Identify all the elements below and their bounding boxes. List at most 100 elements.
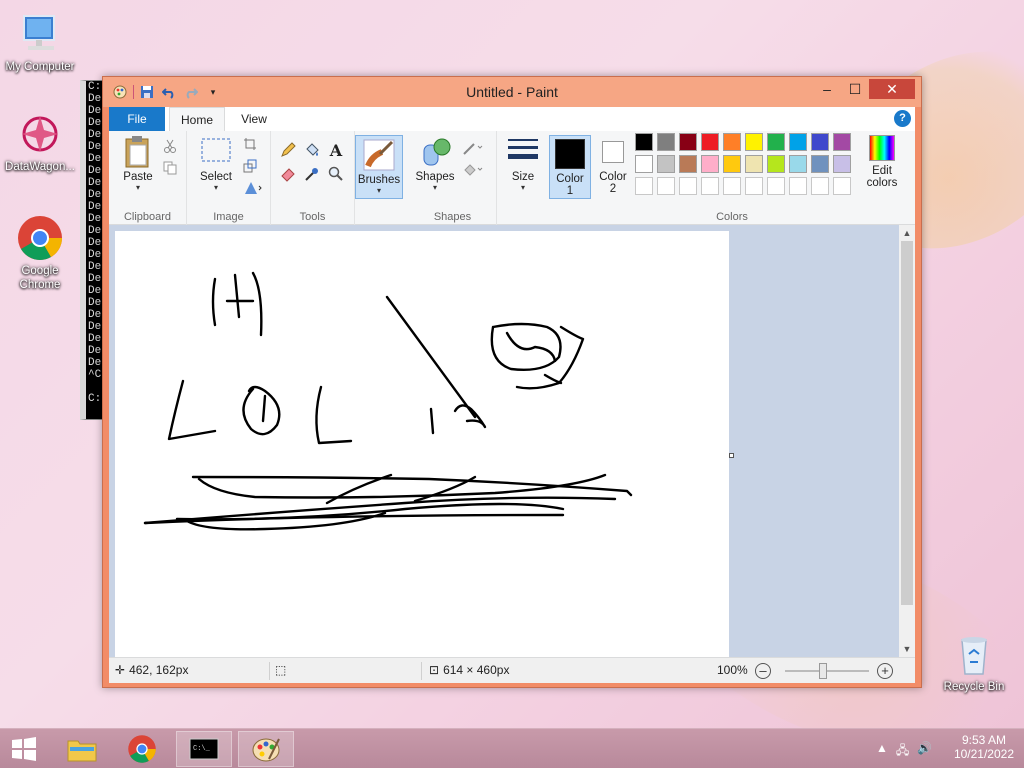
canvas-size: ⊡ 614 × 460px	[429, 663, 509, 677]
palette-swatch-empty[interactable]	[789, 177, 807, 195]
taskbar-chrome[interactable]	[114, 731, 170, 767]
text-icon[interactable]: A	[327, 141, 345, 160]
paste-button[interactable]: Paste ▾	[115, 135, 161, 192]
palette-swatch-empty[interactable]	[701, 177, 719, 195]
palette-swatch[interactable]	[767, 133, 785, 151]
palette-swatch[interactable]	[723, 133, 741, 151]
palette-swatch[interactable]	[679, 133, 697, 151]
palette-swatch[interactable]	[679, 155, 697, 173]
desktop-icon-chrome[interactable]: Google Chrome	[0, 214, 80, 292]
selection-icon: ⬚	[275, 663, 287, 677]
recycle-bin-icon	[950, 630, 998, 678]
select-label: Select	[200, 171, 232, 183]
brush-icon	[356, 138, 402, 174]
resize-icon[interactable]	[241, 157, 259, 175]
help-icon[interactable]: ?	[894, 110, 911, 127]
color1-swatch	[555, 139, 585, 169]
minimize-button[interactable]: –	[813, 79, 841, 99]
palette-swatch[interactable]	[745, 133, 763, 151]
palette-swatch[interactable]	[635, 155, 653, 173]
eraser-icon[interactable]	[279, 165, 297, 183]
paint-window: ▾ Untitled - Paint – ☐ ✕ File Home View …	[102, 76, 922, 688]
palette-swatch[interactable]	[789, 155, 807, 173]
drawing-canvas[interactable]	[115, 231, 729, 657]
palette-swatch-empty[interactable]	[723, 177, 741, 195]
palette-swatch[interactable]	[811, 133, 829, 151]
palette-swatch[interactable]	[767, 155, 785, 173]
scroll-down-icon[interactable]: ▼	[899, 641, 915, 657]
tab-file[interactable]: File	[109, 107, 165, 131]
desktop-icon-recycle-bin[interactable]: Recycle Bin	[934, 630, 1014, 694]
copy-icon[interactable]	[161, 159, 179, 177]
taskbar-paint[interactable]	[238, 731, 294, 767]
palette-swatch-empty[interactable]	[833, 177, 851, 195]
taskbar-file-explorer[interactable]	[54, 731, 110, 767]
zoom-slider-track[interactable]	[785, 670, 869, 672]
desktop-icon-my-computer[interactable]: My Computer	[0, 10, 80, 74]
palette-swatch[interactable]	[657, 155, 675, 173]
zoom-out-button[interactable]: –	[755, 663, 771, 679]
fill-shape-icon[interactable]	[461, 161, 485, 179]
brushes-button[interactable]: Brushes ▾	[355, 135, 403, 199]
chevron-down-icon: ▾	[135, 183, 140, 192]
volume-icon[interactable]: 🔊	[917, 741, 932, 762]
svg-text:C:\_: C:\_	[193, 745, 211, 753]
clock[interactable]: 9:53 AM 10/21/2022	[954, 733, 1014, 761]
crosshair-icon: ✛	[115, 663, 126, 677]
palette-swatch[interactable]	[657, 133, 675, 151]
palette-swatch[interactable]	[701, 133, 719, 151]
cut-icon[interactable]	[161, 137, 179, 155]
cursor-position-text: 462, 162px	[129, 663, 189, 677]
start-button[interactable]	[0, 731, 48, 767]
maximize-button[interactable]: ☐	[841, 79, 869, 99]
color-picker-icon[interactable]	[303, 165, 321, 183]
size-button[interactable]: Size ▾	[501, 135, 545, 192]
palette-swatch-empty[interactable]	[657, 177, 675, 195]
palette-swatch[interactable]	[833, 133, 851, 151]
show-hidden-icons-icon[interactable]: ▲	[876, 741, 888, 762]
scroll-up-icon[interactable]: ▲	[899, 225, 915, 241]
palette-swatch[interactable]	[635, 133, 653, 151]
palette-swatch[interactable]	[833, 155, 851, 173]
crop-icon[interactable]	[241, 135, 259, 153]
magnifier-icon[interactable]	[327, 165, 345, 183]
tab-home[interactable]: Home	[169, 107, 225, 131]
edit-colors-button[interactable]: Edit colors	[857, 135, 907, 189]
shapes-button[interactable]: Shapes ▾	[413, 135, 457, 192]
palette-swatch[interactable]	[789, 133, 807, 151]
palette-swatch[interactable]	[745, 155, 763, 173]
tab-view[interactable]: View	[229, 107, 279, 131]
network-icon[interactable]: 🖧	[896, 741, 909, 762]
zoom-in-button[interactable]: +	[877, 663, 893, 679]
select-button[interactable]: Select ▾	[193, 135, 239, 192]
canvas-resize-handle[interactable]	[729, 453, 734, 458]
palette-swatch[interactable]	[811, 155, 829, 173]
palette-swatch[interactable]	[723, 155, 741, 173]
color2-button[interactable]: Color 2	[593, 135, 633, 199]
window-controls: – ☐ ✕	[813, 79, 915, 99]
size-icon	[501, 135, 545, 171]
zoom-slider-thumb[interactable]	[819, 663, 827, 679]
palette-swatch-empty[interactable]	[745, 177, 763, 195]
close-button[interactable]: ✕	[869, 79, 915, 99]
color2-label: Color	[599, 171, 627, 183]
palette-swatch-empty[interactable]	[635, 177, 653, 195]
desktop-icon-label: DataWagon...	[5, 161, 75, 173]
palette-swatch-empty[interactable]	[679, 177, 697, 195]
outline-icon[interactable]	[461, 139, 485, 157]
vertical-scrollbar[interactable]: ▲ ▼	[899, 225, 915, 657]
palette-swatch[interactable]	[701, 155, 719, 173]
title-bar[interactable]: ▾ Untitled - Paint – ☐ ✕	[103, 77, 921, 107]
fill-icon[interactable]	[303, 141, 321, 159]
palette-swatch-empty[interactable]	[767, 177, 785, 195]
color1-button[interactable]: Color 1	[549, 135, 591, 199]
desktop-icon-datawagon[interactable]: DataWagon...	[0, 110, 80, 174]
size-label: Size	[511, 171, 535, 183]
palette-swatch-empty[interactable]	[811, 177, 829, 195]
scroll-thumb[interactable]	[901, 241, 913, 605]
zoom-level: 100%	[717, 663, 748, 677]
paste-label: Paste	[123, 171, 153, 183]
pencil-icon[interactable]	[279, 141, 297, 159]
taskbar-command-prompt[interactable]: C:\_	[176, 731, 232, 767]
rotate-icon[interactable]	[241, 179, 265, 197]
